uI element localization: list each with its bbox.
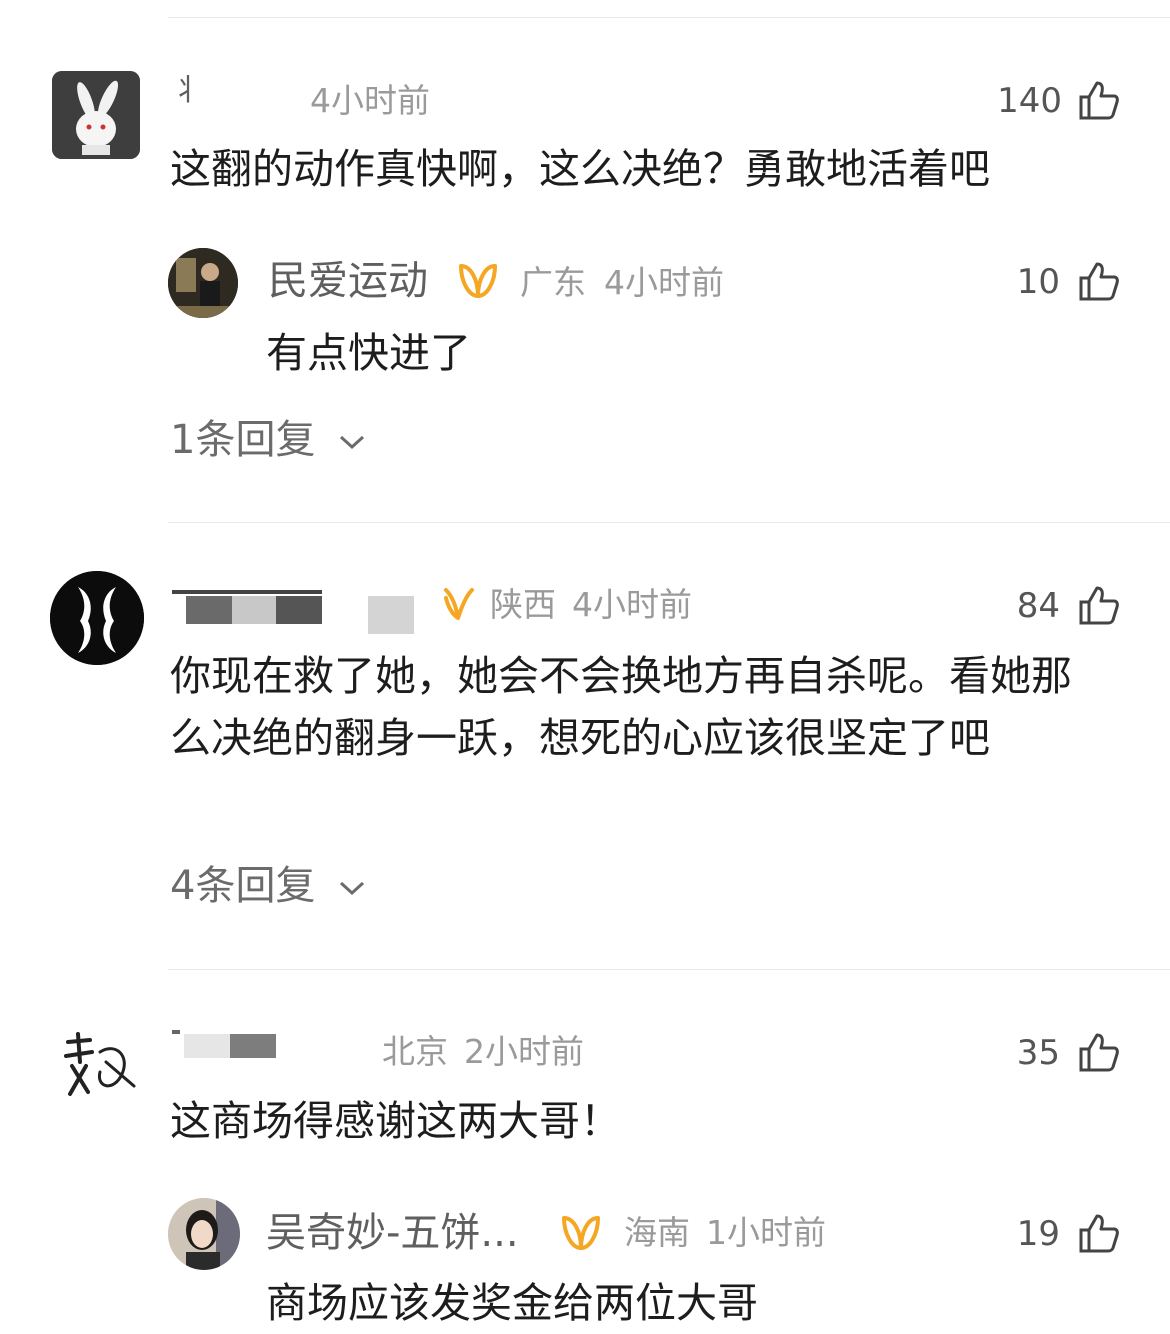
thumbs-up-icon[interactable] [1078, 1032, 1120, 1072]
comment-text: 这商场得感谢这两大哥！ [170, 1097, 621, 1145]
comment-text: 你现在救了她，她会不会换地方再自杀呢。看她那么决绝的翻身一跃，想死的心应该很坚定… [170, 652, 1072, 762]
avatar[interactable] [52, 71, 140, 159]
avatar[interactable] [168, 248, 238, 318]
vip-badge-icon [562, 1216, 600, 1250]
vip-badge-icon [459, 264, 497, 298]
thumbs-up-icon[interactable] [1078, 80, 1120, 120]
reply-location: 海南 [624, 1213, 690, 1252]
comment-time: 2小时前 [464, 1032, 584, 1071]
like-count: 19 [1016, 1214, 1060, 1254]
thumbs-up-icon[interactable] [1078, 585, 1120, 625]
view-replies-link[interactable]: 4条回复 [170, 866, 366, 906]
avatar[interactable] [168, 1198, 240, 1270]
comment-location: 陕西 [490, 585, 556, 624]
like-count: 10 [1016, 262, 1060, 302]
replies-count: 1条回复 [170, 417, 316, 463]
reply-text: 有点快进了 [266, 329, 471, 377]
thumbs-up-icon[interactable] [1078, 261, 1120, 301]
reply-time: 1小时前 [706, 1213, 826, 1252]
thumbs-up-icon[interactable] [1078, 1213, 1120, 1253]
avatar-image [168, 1198, 240, 1270]
chevron-down-icon [340, 881, 365, 896]
obscured-badge [368, 596, 414, 634]
reply-username[interactable]: 民爱运动 [268, 261, 428, 301]
avatar-image [168, 248, 238, 318]
obscured-username[interactable] [172, 1028, 276, 1058]
username-fragment[interactable]: 丬 [172, 76, 202, 106]
reply-location: 广东 [520, 263, 586, 302]
divider [168, 522, 1170, 523]
like-count: 84 [1016, 586, 1060, 626]
reply-username[interactable]: 吴奇妙-五饼... [266, 1213, 519, 1253]
like-count: 140 [997, 81, 1062, 121]
avatar[interactable] [56, 1022, 142, 1108]
comment-time: 4小时前 [310, 81, 430, 120]
divider [168, 969, 1170, 970]
like-count: 35 [1016, 1033, 1060, 1073]
divider [168, 17, 1170, 18]
comment-time: 4小时前 [572, 585, 692, 624]
vip-badge-icon [444, 588, 474, 620]
calligraphy-avatar-image [64, 1032, 136, 1096]
chevron-down-icon [340, 435, 365, 450]
obscured-username[interactable] [172, 584, 322, 636]
silhouette-avatar-image [50, 571, 144, 665]
rabbit-avatar-image [52, 71, 140, 159]
view-replies-link[interactable]: 1条回复 [170, 420, 366, 460]
reply-text: 商场应该发奖金给两位大哥 [266, 1279, 758, 1327]
comment-location: 北京 [382, 1032, 448, 1071]
replies-count: 4条回复 [170, 863, 316, 909]
comment-text: 这翻的动作真快啊，这么决绝？勇敢地活着吧 [170, 145, 990, 193]
reply-time: 4小时前 [604, 263, 724, 302]
avatar[interactable] [50, 571, 144, 665]
